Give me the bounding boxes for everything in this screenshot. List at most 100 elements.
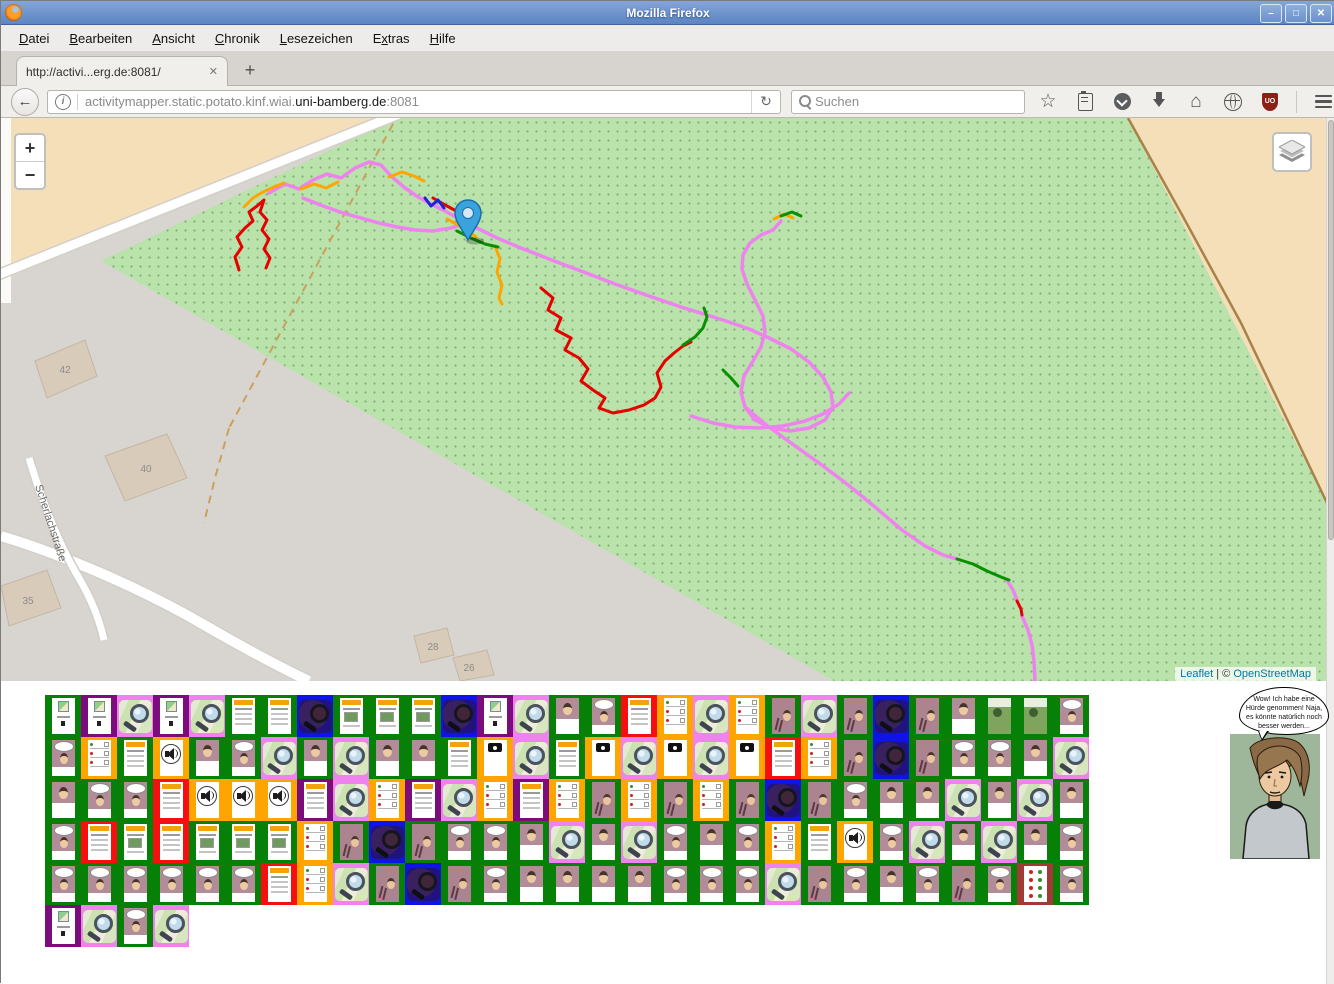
timeline-tile-char[interactable] bbox=[549, 695, 585, 737]
timeline-tile-charbubble[interactable] bbox=[153, 863, 189, 905]
timeline-tile-char[interactable] bbox=[297, 737, 333, 779]
timeline-tile-photo[interactable] bbox=[765, 695, 801, 737]
timeline-tile-charbubble[interactable] bbox=[837, 863, 873, 905]
site-info-icon[interactable]: i bbox=[55, 94, 71, 110]
timeline-tile-audio[interactable] bbox=[153, 737, 189, 779]
timeline-tile-charbubble[interactable] bbox=[45, 863, 81, 905]
timeline-tile-photo[interactable] bbox=[909, 695, 945, 737]
timeline-tile-photo[interactable] bbox=[945, 863, 981, 905]
timeline-tile-charbubble[interactable] bbox=[657, 821, 693, 863]
timeline-tile-loupe[interactable] bbox=[549, 821, 585, 863]
tab-close-icon[interactable]: ✕ bbox=[209, 65, 218, 78]
timeline-tile-photo[interactable] bbox=[657, 779, 693, 821]
menu-item-hilfe[interactable]: Hilfe bbox=[420, 27, 466, 50]
timeline-tile-char[interactable] bbox=[981, 779, 1017, 821]
timeline-tile-app[interactable] bbox=[153, 695, 189, 737]
tab-active[interactable]: http://activi...erg.de:8081/ ✕ bbox=[16, 56, 228, 86]
timeline-tile-charbubble[interactable] bbox=[837, 779, 873, 821]
timeline-tile-loupe[interactable] bbox=[117, 695, 153, 737]
url-text[interactable]: activitymapper.static.potato.kinf.wiai.u… bbox=[85, 94, 751, 109]
timeline-tile-warnphoto[interactable] bbox=[405, 695, 441, 737]
timeline-tile-warn[interactable] bbox=[441, 737, 477, 779]
menu-item-chronik[interactable]: Chronik bbox=[205, 27, 270, 50]
timeline-tile-char[interactable] bbox=[621, 863, 657, 905]
timeline-tile-charbubble[interactable] bbox=[81, 863, 117, 905]
timeline-tile-charbubble[interactable] bbox=[693, 863, 729, 905]
timeline-tile-warn[interactable] bbox=[225, 695, 261, 737]
timeline-tile-char[interactable] bbox=[189, 737, 225, 779]
timeline-tile-warn[interactable] bbox=[117, 737, 153, 779]
timeline-tile-charbubble[interactable] bbox=[45, 737, 81, 779]
pocket-icon[interactable] bbox=[1111, 91, 1133, 113]
timeline-tile-char[interactable] bbox=[45, 779, 81, 821]
timeline-tile-audio[interactable] bbox=[189, 779, 225, 821]
timeline-tile-loupedark[interactable] bbox=[765, 779, 801, 821]
timeline-tile-app[interactable] bbox=[477, 695, 513, 737]
timeline-tile-charbubble[interactable] bbox=[477, 821, 513, 863]
timeline-tile-warn[interactable] bbox=[153, 779, 189, 821]
timeline-tile-scene[interactable] bbox=[1017, 695, 1053, 737]
timeline-tile-photo[interactable] bbox=[729, 779, 765, 821]
timeline-tile-loupe[interactable] bbox=[513, 695, 549, 737]
timeline-tile-loupe[interactable] bbox=[765, 863, 801, 905]
timeline-tile-charbubble[interactable] bbox=[225, 863, 261, 905]
bookmarks-menu-icon[interactable] bbox=[1074, 91, 1096, 113]
timeline-tile-warn[interactable] bbox=[261, 863, 297, 905]
timeline-tile-charbubble[interactable] bbox=[1053, 821, 1089, 863]
timeline-tile-loupedark[interactable] bbox=[405, 863, 441, 905]
timeline-tile-loupe[interactable] bbox=[945, 779, 981, 821]
timeline-tile-loupe[interactable] bbox=[621, 821, 657, 863]
timeline-tile-char[interactable] bbox=[1017, 737, 1053, 779]
timeline-tile-scene[interactable] bbox=[981, 695, 1017, 737]
timeline-tile-charbubble[interactable] bbox=[189, 863, 225, 905]
timeline-tile-photo[interactable] bbox=[801, 863, 837, 905]
timeline-tile-audio[interactable] bbox=[261, 779, 297, 821]
timeline-tile-form[interactable] bbox=[693, 779, 729, 821]
timeline-tile-warnphoto[interactable] bbox=[333, 695, 369, 737]
timeline-tile-loupedark[interactable] bbox=[369, 821, 405, 863]
timeline-tile-warn[interactable] bbox=[801, 821, 837, 863]
timeline-tile-warn[interactable] bbox=[405, 779, 441, 821]
timeline-tile-loupedark[interactable] bbox=[297, 695, 333, 737]
timeline-tile-loupe[interactable] bbox=[441, 779, 477, 821]
timeline-tile-photo[interactable] bbox=[441, 863, 477, 905]
scrollbar-thumb[interactable] bbox=[1328, 120, 1334, 540]
timeline-tile-char[interactable] bbox=[693, 821, 729, 863]
timeline-tile-warnphoto[interactable] bbox=[225, 821, 261, 863]
timeline-tile-camera[interactable] bbox=[585, 737, 621, 779]
menu-item-extras[interactable]: Extras bbox=[363, 27, 420, 50]
reload-button[interactable]: ↻ bbox=[751, 91, 780, 113]
timeline-tile-loupe[interactable] bbox=[153, 905, 189, 947]
timeline-tile-charbubble[interactable] bbox=[45, 821, 81, 863]
timeline-tile-loupe[interactable] bbox=[261, 737, 297, 779]
timeline-tile-charbubble[interactable] bbox=[441, 821, 477, 863]
timeline-tile-form[interactable] bbox=[297, 863, 333, 905]
timeline-tile-loupe[interactable] bbox=[1017, 779, 1053, 821]
window-close-button[interactable]: ✕ bbox=[1310, 4, 1332, 23]
timeline-tile-audio[interactable] bbox=[837, 821, 873, 863]
timeline-tile-photo[interactable] bbox=[369, 863, 405, 905]
vertical-scrollbar[interactable] bbox=[1326, 118, 1334, 984]
search-bar[interactable]: Suchen bbox=[791, 90, 1025, 114]
timeline-tile-char[interactable] bbox=[1053, 779, 1089, 821]
timeline-tile-charbubble[interactable] bbox=[225, 737, 261, 779]
leaflet-link[interactable]: Leaflet bbox=[1180, 668, 1213, 680]
timeline-tile-loupe[interactable] bbox=[333, 737, 369, 779]
timeline-tile-char[interactable] bbox=[945, 821, 981, 863]
menu-item-datei[interactable]: Datei bbox=[9, 27, 59, 50]
timeline-tile-form[interactable] bbox=[621, 779, 657, 821]
timeline-tile-form[interactable] bbox=[765, 821, 801, 863]
timeline-tile-charbubble[interactable] bbox=[981, 863, 1017, 905]
timeline-tile-form[interactable] bbox=[729, 695, 765, 737]
timeline-tile-warn[interactable] bbox=[81, 821, 117, 863]
timeline-tile-form[interactable] bbox=[369, 779, 405, 821]
timeline-tile-char[interactable] bbox=[585, 863, 621, 905]
url-bar[interactable]: i activitymapper.static.potato.kinf.wiai… bbox=[47, 90, 781, 114]
back-button[interactable]: ← bbox=[11, 88, 39, 116]
timeline-tile-camera[interactable] bbox=[657, 737, 693, 779]
timeline-tile-warn[interactable] bbox=[549, 737, 585, 779]
timeline-tile-char[interactable] bbox=[513, 863, 549, 905]
timeline-tile-loupe[interactable] bbox=[1053, 737, 1089, 779]
timeline-tile-loupedark[interactable] bbox=[441, 695, 477, 737]
timeline-tile-form[interactable] bbox=[81, 737, 117, 779]
